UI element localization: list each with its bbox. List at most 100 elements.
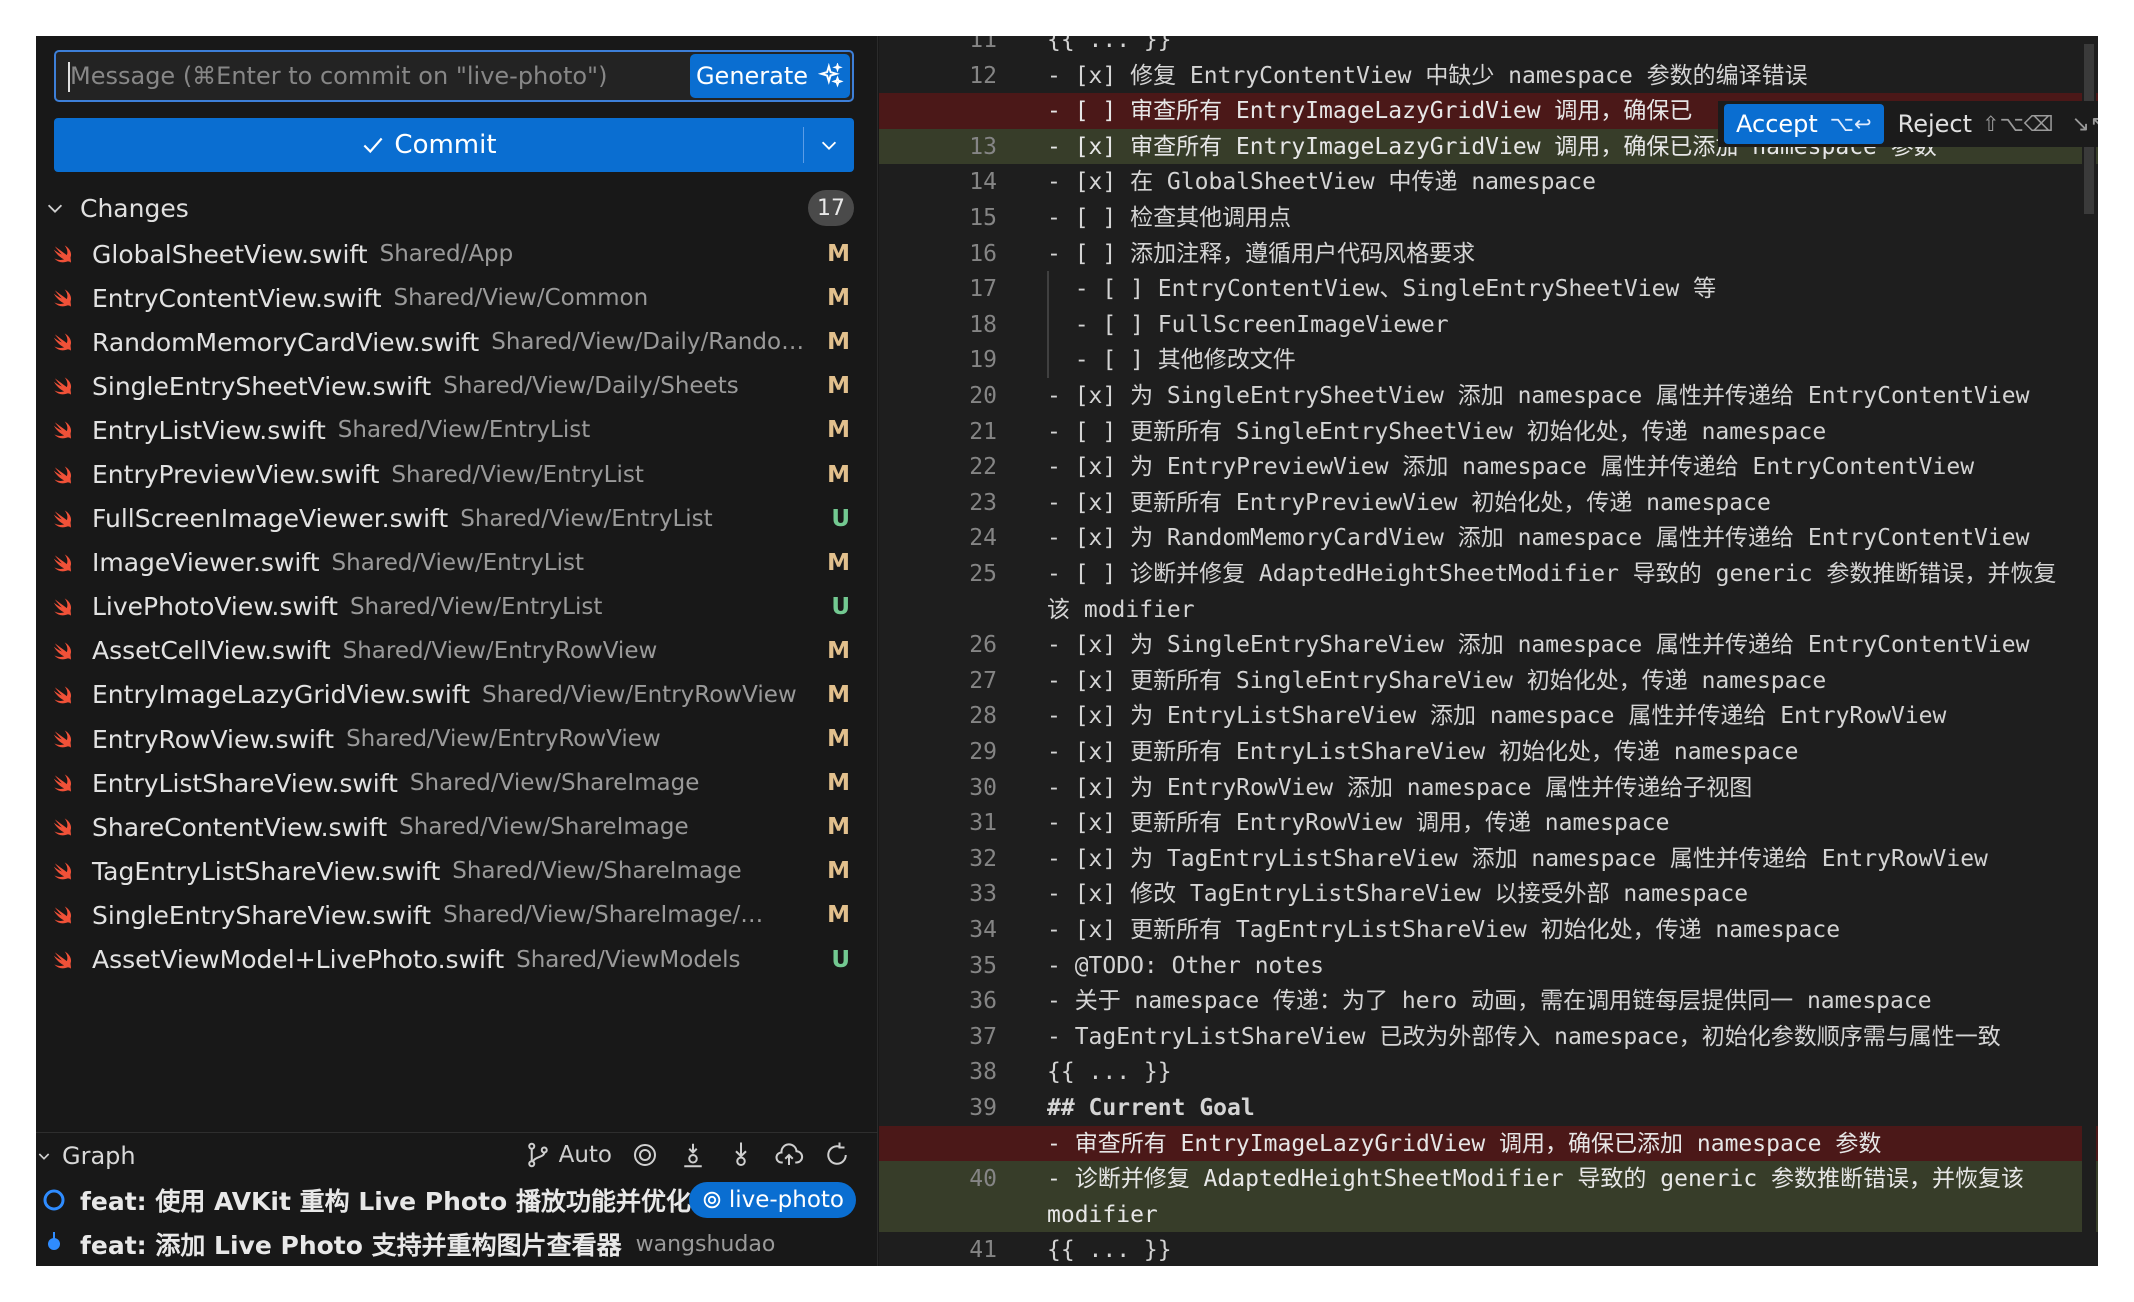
line-number: 11 [969, 36, 997, 53]
branch-badge: live-photo [688, 1182, 856, 1218]
changed-file-row[interactable]: SingleEntryShareView.swift Shared/View/Sh… [36, 893, 878, 937]
code-line: 18 - [ ] FullScreenImageViewer [879, 307, 2098, 343]
chevron-down-icon [821, 141, 837, 150]
line-number: 40 [969, 1166, 997, 1193]
line-number: 37 [969, 1023, 997, 1050]
file-status-badge: M [827, 461, 850, 488]
target-icon[interactable] [630, 1140, 660, 1170]
commit-dropdown-button[interactable] [804, 134, 854, 156]
code-line: 26 - [x] 为 SingleEntryShareView 添加 namesp… [879, 627, 2098, 663]
indent-guide [1047, 271, 1049, 378]
file-status-badge: M [827, 902, 850, 929]
code-editor[interactable]: 11 {{ ... }} 12 - [x] 修复 EntryContentView 中… [879, 36, 2098, 1266]
line-number: 23 [969, 489, 997, 516]
branch-name: live-photo [728, 1187, 844, 1213]
swift-file-icon [53, 950, 72, 969]
file-path: Shared/View/EntryList [337, 417, 591, 444]
changed-file-row[interactable]: AssetCellView.swift Shared/View/EntryRowV… [36, 629, 878, 673]
swift-file-icon [53, 333, 72, 351]
cloud-upload-icon[interactable] [774, 1140, 804, 1170]
generate-label: Generate [695, 62, 809, 90]
file-path: Shared/View/EntryRowView [482, 681, 797, 708]
line-text: - [x] 更新所有 TagEntryListShareView 初始化处，传递… [1047, 917, 1841, 943]
accept-label: Accept [1736, 110, 1818, 138]
file-status-badge: M [827, 681, 850, 708]
line-number: 35 [969, 952, 997, 979]
graph-title: Graph [62, 1142, 136, 1170]
pull-icon[interactable] [726, 1140, 756, 1170]
line-text: - [x] 更新所有 SingleEntryShareView 初始化处，传递 … [1047, 667, 1827, 694]
changed-file-row[interactable]: EntryRowView.swift Shared/View/EntryRowVi… [36, 717, 878, 761]
graph-commit-row[interactable]: feat: 使用 AVKit 重构 Live Photo 播放功能并优化... … [36, 1178, 878, 1222]
graph-commit-row[interactable]: feat: 添加 Live Photo 支持并重构图片查看器 wangshuda… [36, 1222, 878, 1266]
code-line: 25 - [ ] 诊断并修复 AdaptedHeightSheetModifier… [879, 556, 2098, 627]
changed-file-row[interactable]: EntryImageLazyGridView.swift Shared/View/… [36, 673, 878, 717]
line-text: - [x] 为 TagEntryListShareView 添加 namespa… [1047, 845, 1988, 872]
changed-file-row[interactable]: LivePhotoView.swift Shared/View/EntryList… [36, 585, 878, 629]
changed-file-row[interactable]: EntryListShareView.swift Shared/View/Shar… [36, 761, 878, 805]
changed-file-row[interactable]: AssetViewModel+LivePhoto.swift Shared/Vie… [36, 938, 878, 982]
code-line: 31 - [x] 更新所有 EntryRowView 调用，传递 namespac… [879, 805, 2098, 841]
file-status-badge: M [827, 285, 850, 312]
changed-file-row[interactable]: FullScreenImageViewer.swift Shared/View/E… [36, 497, 878, 541]
swift-file-icon [53, 642, 72, 660]
swift-file-icon [53, 906, 72, 925]
line-number: 31 [969, 810, 997, 837]
changed-file-row[interactable]: SingleEntrySheetView.swift Shared/View/Da… [36, 364, 878, 408]
line-number: 41 [969, 1237, 997, 1264]
file-path: Shared/View/EntryList [391, 461, 644, 488]
changed-file-row[interactable]: GlobalSheetView.swift Shared/App M [36, 232, 878, 276]
swift-file-icon [53, 598, 72, 616]
commit-button-main[interactable]: Commit [54, 130, 803, 160]
file-status-badge: M [827, 770, 850, 797]
file-status-badge: M [827, 814, 850, 841]
commit-button[interactable]: Commit [54, 118, 854, 172]
line-text: - [x] 为 EntryRowView 添加 namespace 属性并传递给… [1047, 774, 1753, 801]
line-number: 36 [969, 988, 997, 1015]
refresh-icon[interactable] [822, 1140, 852, 1170]
changed-file-row[interactable]: EntryPreviewView.swift Shared/View/EntryL… [36, 452, 878, 496]
editor-scrollbar[interactable] [2082, 36, 2096, 1266]
reject-button[interactable]: Reject ⇧⌥⌫ [1898, 110, 2054, 138]
line-text: - [ ] 其他修改文件 [1047, 347, 1296, 374]
file-path: Shared/View/ShareImage [399, 814, 689, 841]
graph-section-header[interactable]: Graph Auto [36, 1134, 878, 1178]
file-name: ImageViewer.swift [92, 548, 320, 578]
changed-file-row[interactable]: TagEntryListShareView.swift Shared/View/S… [36, 849, 878, 893]
line-number: 29 [969, 739, 997, 765]
code-line: 14 - [x] 在 GlobalSheetView 中传递 namespace [879, 164, 2098, 200]
changed-file-row[interactable]: EntryContentView.swift Shared/View/Common… [36, 276, 878, 320]
commit-message-input[interactable] [70, 52, 690, 100]
generate-button[interactable]: Generate [690, 54, 850, 98]
auto-fetch-toggle[interactable]: Auto [523, 1140, 612, 1170]
changed-file-row[interactable]: EntryListView.swift Shared/View/EntryList… [36, 408, 878, 452]
file-status-badge: M [827, 373, 850, 400]
commit-message-input-box[interactable]: Generate [54, 50, 854, 102]
changed-file-row[interactable]: ShareContentView.swift Shared/View/ShareI… [36, 805, 878, 849]
code-line: 22 - [x] 为 EntryPreviewView 添加 namespace … [879, 449, 2098, 485]
line-text: - [ ] 添加注释，遵循用户代码风格要求 [1047, 240, 1476, 267]
file-path: Shared/ViewModels [516, 946, 741, 973]
collapse-icon[interactable]: ↘↖ [2072, 112, 2099, 137]
changed-file-row[interactable]: RandomMemoryCardView.swift Shared/View/Da… [36, 320, 878, 364]
changes-section-header[interactable]: Changes 17 [36, 186, 878, 230]
line-number: 30 [969, 774, 997, 801]
accept-button[interactable]: Accept ⌥↩ [1724, 104, 1884, 144]
line-number: 12 [969, 62, 997, 89]
file-status-badge: M [827, 637, 850, 664]
code-line: 41 {{ ... }} [879, 1232, 2098, 1266]
line-text: - [x] 更新所有 EntryPreviewView 初始化处，传递 name… [1047, 489, 1771, 516]
line-text: - [x] 为 EntryListShareView 添加 namespace … [1047, 703, 1947, 730]
line-text: - [ ] 检查其他调用点 [1047, 205, 1292, 231]
line-text: - [x] 修改 TagEntryListShareView 以接受外部 nam… [1047, 881, 1749, 908]
swift-file-icon [53, 774, 72, 792]
sparkle-icon [818, 63, 844, 88]
fetch-icon[interactable] [678, 1140, 708, 1170]
checkmark-icon [363, 137, 383, 154]
code-line: 11 {{ ... }} [879, 36, 2098, 58]
code-line: 32 - [x] 为 TagEntryListShareView 添加 names… [879, 841, 2098, 877]
line-number: 33 [969, 881, 997, 908]
code-line: 24 - [x] 为 RandomMemoryCardView 添加 namesp… [879, 520, 2098, 556]
changed-file-row[interactable]: ImageViewer.swift Shared/View/EntryList M [36, 541, 878, 585]
line-text: - [x] 在 GlobalSheetView 中传递 namespace [1047, 169, 1596, 196]
